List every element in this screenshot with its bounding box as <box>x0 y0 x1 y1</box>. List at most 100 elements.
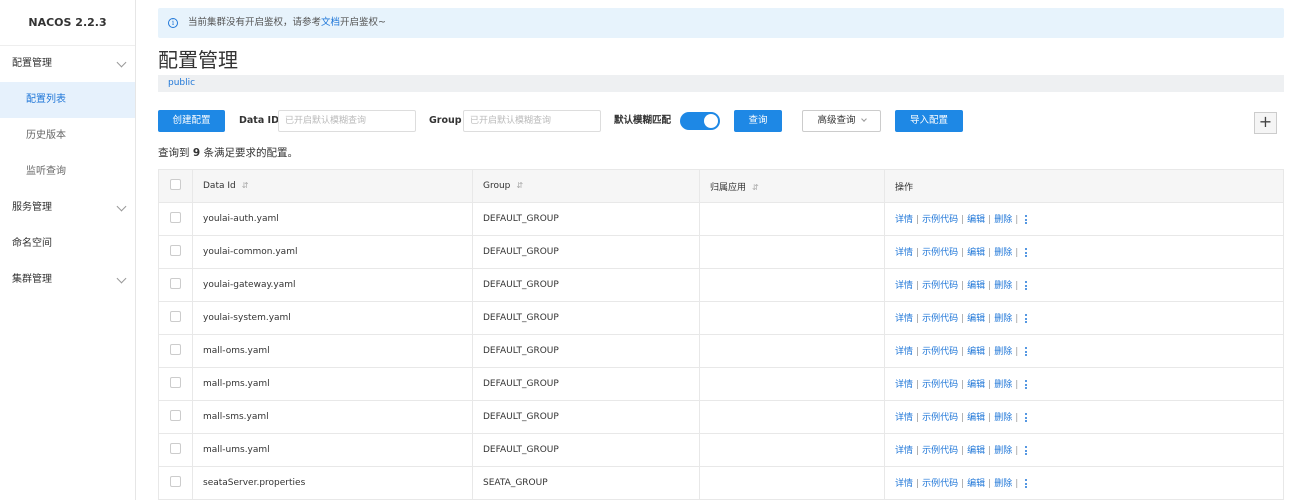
delete-link[interactable]: 删除 <box>994 281 1012 291</box>
query-button[interactable]: 查询 <box>734 110 782 132</box>
ops-separator: | <box>961 380 965 391</box>
ops-separator: | <box>961 446 965 457</box>
sample-code-link[interactable]: 示例代码 <box>922 380 958 390</box>
sidebar-item-cluster-management[interactable]: 集群管理 <box>0 262 135 298</box>
ops-separator: | <box>916 281 920 292</box>
cell-dataid: youlai-system.yaml <box>192 301 473 335</box>
ops-separator: | <box>961 215 965 226</box>
sample-code-link[interactable]: 示例代码 <box>922 314 958 324</box>
sample-code-link[interactable]: 示例代码 <box>922 248 958 258</box>
sidebar-item-config-management[interactable]: 配置管理 <box>0 46 135 82</box>
edit-link[interactable]: 编辑 <box>967 446 985 456</box>
delete-link[interactable]: 删除 <box>994 413 1012 423</box>
more-options-icon[interactable] <box>1025 412 1028 424</box>
detail-link[interactable]: 详情 <box>895 413 913 423</box>
sample-code-link[interactable]: 示例代码 <box>922 413 958 423</box>
cell-ops: 详情 | 示例代码 | 编辑 | 删除 | <box>884 235 1284 269</box>
cell-ops: 详情 | 示例代码 | 编辑 | 删除 | <box>884 466 1284 500</box>
namespace-tab-public[interactable]: public <box>168 78 195 88</box>
docs-link[interactable]: 文档 <box>321 17 340 28</box>
delete-link[interactable]: 删除 <box>994 248 1012 258</box>
sort-icon[interactable]: ⇵ <box>516 181 523 190</box>
more-options-icon[interactable] <box>1025 280 1028 292</box>
cell-ops: 详情 | 示例代码 | 编辑 | 删除 | <box>884 268 1284 302</box>
edit-link[interactable]: 编辑 <box>967 380 985 390</box>
sidebar-item-label: 命名空间 <box>12 238 52 249</box>
detail-link[interactable]: 详情 <box>895 215 913 225</box>
sample-code-link[interactable]: 示例代码 <box>922 215 958 225</box>
more-options-icon[interactable] <box>1025 214 1028 226</box>
detail-link[interactable]: 详情 <box>895 380 913 390</box>
create-config-button[interactable]: 创建配置 <box>158 110 225 132</box>
edit-link[interactable]: 编辑 <box>967 347 985 357</box>
detail-link[interactable]: 详情 <box>895 347 913 357</box>
edit-link[interactable]: 编辑 <box>967 281 985 291</box>
cell-app <box>699 367 885 401</box>
sample-code-link[interactable]: 示例代码 <box>922 281 958 291</box>
row-checkbox[interactable] <box>170 377 181 388</box>
row-checkbox[interactable] <box>170 476 181 487</box>
plus-icon[interactable]: + <box>1254 112 1277 134</box>
row-checkbox[interactable] <box>170 212 181 223</box>
chevron-down-icon <box>116 57 127 68</box>
detail-link[interactable]: 详情 <box>895 248 913 258</box>
dataid-label: Data ID <box>239 115 279 126</box>
sidebar-item-listener-query[interactable]: 监听查询 <box>0 154 135 190</box>
row-checkbox[interactable] <box>170 245 181 256</box>
select-all-checkbox[interactable] <box>170 179 181 190</box>
detail-link[interactable]: 详情 <box>895 446 913 456</box>
sidebar-item-service-management[interactable]: 服务管理 <box>0 190 135 226</box>
table-row: youlai-system.yaml DEFAULT_GROUP 详情 | 示例代码 | 编… <box>158 301 1284 335</box>
sort-icon[interactable]: ⇵ <box>752 183 759 192</box>
result-prefix: 查询到 <box>158 147 190 159</box>
more-options-icon[interactable] <box>1025 445 1028 457</box>
delete-link[interactable]: 删除 <box>994 479 1012 489</box>
edit-link[interactable]: 编辑 <box>967 215 985 225</box>
delete-link[interactable]: 删除 <box>994 446 1012 456</box>
edit-link[interactable]: 编辑 <box>967 413 985 423</box>
delete-link[interactable]: 删除 <box>994 314 1012 324</box>
group-input[interactable]: 已开启默认模糊查询 <box>463 110 601 132</box>
delete-link[interactable]: 删除 <box>994 215 1012 225</box>
row-checkbox[interactable] <box>170 410 181 421</box>
more-options-icon[interactable] <box>1025 247 1028 259</box>
row-checkbox[interactable] <box>170 344 181 355</box>
header-checkbox-cell <box>158 169 193 203</box>
row-checkbox[interactable] <box>170 443 181 454</box>
import-config-button[interactable]: 导入配置 <box>895 110 963 132</box>
fuzzy-match-toggle[interactable] <box>680 112 720 130</box>
row-checkbox[interactable] <box>170 311 181 322</box>
cell-dataid: mall-oms.yaml <box>192 334 473 368</box>
header-dataid[interactable]: Data Id ⇵ <box>192 169 473 203</box>
ops-separator: | <box>1015 314 1019 325</box>
header-group[interactable]: Group ⇵ <box>472 169 700 203</box>
detail-link[interactable]: 详情 <box>895 314 913 324</box>
sample-code-link[interactable]: 示例代码 <box>922 446 958 456</box>
edit-link[interactable]: 编辑 <box>967 479 985 489</box>
namespace-bar: public <box>158 75 1284 92</box>
sidebar-item-config-list[interactable]: 配置列表 <box>0 82 135 118</box>
sidebar-item-namespace[interactable]: 命名空间 <box>0 226 135 262</box>
row-checkbox[interactable] <box>170 278 181 289</box>
header-app[interactable]: 归属应用 ⇵ <box>699 169 885 203</box>
sidebar-item-history[interactable]: 历史版本 <box>0 118 135 154</box>
sample-code-link[interactable]: 示例代码 <box>922 479 958 489</box>
more-options-icon[interactable] <box>1025 346 1028 358</box>
dataid-input[interactable]: 已开启默认模糊查询 <box>278 110 416 132</box>
delete-link[interactable]: 删除 <box>994 347 1012 357</box>
table-row: seataServer.properties SEATA_GROUP 详情 | 示例代码… <box>158 466 1284 500</box>
edit-link[interactable]: 编辑 <box>967 314 985 324</box>
more-options-icon[interactable] <box>1025 478 1028 490</box>
sample-code-link[interactable]: 示例代码 <box>922 347 958 357</box>
sort-icon[interactable]: ⇵ <box>242 181 249 190</box>
more-options-icon[interactable] <box>1025 379 1028 391</box>
advanced-query-button[interactable]: 高级查询 <box>802 110 881 132</box>
delete-link[interactable]: 删除 <box>994 380 1012 390</box>
more-options-icon[interactable] <box>1025 313 1028 325</box>
detail-link[interactable]: 详情 <box>895 479 913 489</box>
cell-group: SEATA_GROUP <box>472 466 700 500</box>
edit-link[interactable]: 编辑 <box>967 248 985 258</box>
config-table: Data Id ⇵ Group ⇵ 归属应用 ⇵ 操作 youlai-auth.yam… <box>158 169 1284 500</box>
detail-link[interactable]: 详情 <box>895 281 913 291</box>
table-row: youlai-auth.yaml DEFAULT_GROUP 详情 | 示例代码 | 编辑 |… <box>158 202 1284 236</box>
